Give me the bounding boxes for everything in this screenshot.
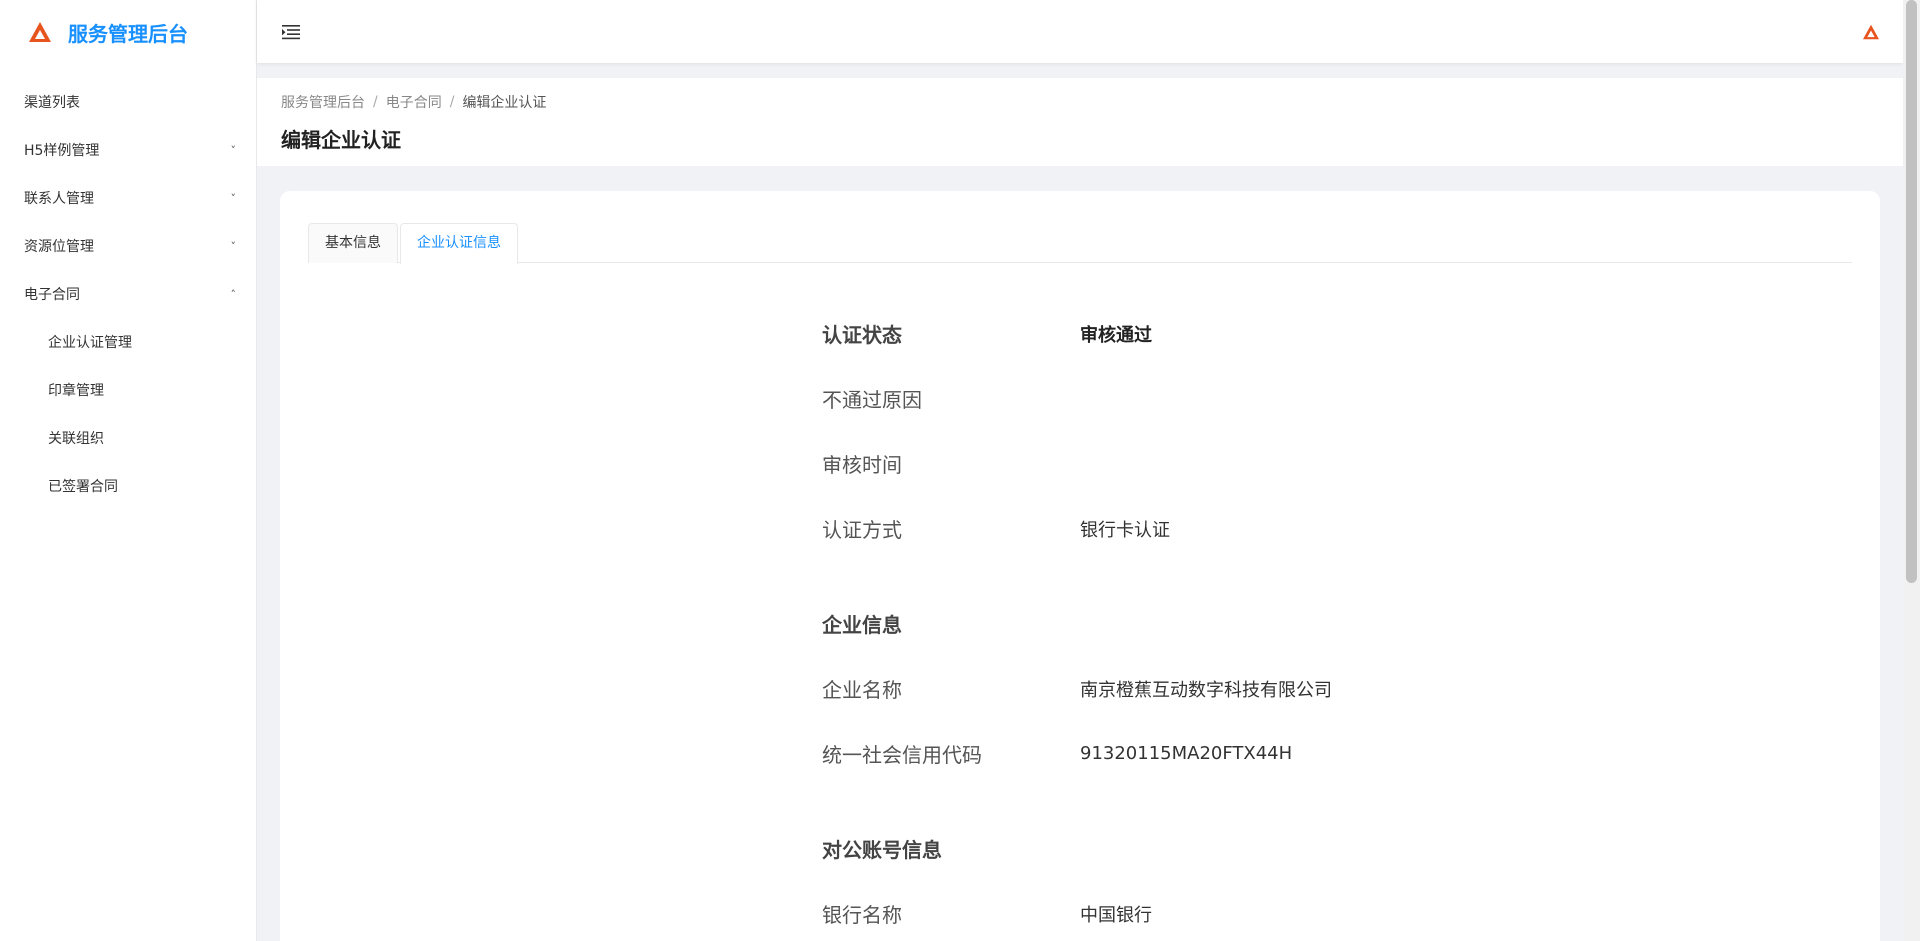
sidebar-item-label: 关联组织 [48, 431, 104, 447]
detail-row: 统一社会信用代码 91320115MA20FTX44H [822, 721, 1522, 786]
breadcrumb-item[interactable]: 电子合同 [386, 92, 442, 112]
scrollbar-thumb[interactable] [1906, 0, 1917, 583]
sidebar-item-label: 已签署合同 [48, 479, 118, 495]
detail-row: 认证状态 审核通过 [822, 301, 1522, 366]
detail-label: 认证状态 [822, 323, 902, 347]
chevron-up-icon: ˄ [230, 287, 237, 301]
sidebar-item-label: 联系人管理 [24, 191, 94, 207]
sidebar-item-signed-contracts[interactable]: 已签署合同 [0, 462, 256, 510]
detail-label: 企业名称 [822, 678, 902, 702]
sidebar-item-label: 资源位管理 [24, 239, 94, 255]
content-card: 基本信息 企业认证信息 认证状态 审核通过 不通过原因 审核时间 认证方式 银行… [280, 191, 1880, 941]
chevron-down-icon: ˅ [230, 239, 237, 253]
detail-value: 银行卡认证 [1080, 519, 1170, 541]
chevron-down-icon: ˅ [230, 191, 237, 205]
logo-icon[interactable] [1861, 22, 1881, 42]
detail-label: 不通过原因 [822, 388, 922, 412]
tab-enterprise-auth-info[interactable]: 企业认证信息 [400, 223, 518, 264]
breadcrumb-item[interactable]: 服务管理后台 [281, 92, 365, 112]
sidebar-item-resources[interactable]: 资源位管理 ˅ [0, 222, 256, 270]
detail-value: 中国银行 [1080, 904, 1152, 926]
sidebar-item-seal[interactable]: 印章管理 [0, 366, 256, 414]
breadcrumb-separator: / [373, 94, 378, 110]
detail-value: 南京橙蕉互动数字科技有限公司 [1080, 679, 1332, 701]
sidebar-item-h5-samples[interactable]: H5样例管理 ˅ [0, 126, 256, 174]
detail-label: 银行名称 [822, 903, 902, 927]
detail-label: 统一社会信用代码 [822, 743, 982, 767]
sidebar-item-e-contract[interactable]: 电子合同 ˄ [0, 270, 256, 318]
breadcrumb-current: 编辑企业认证 [462, 95, 547, 111]
detail-row: 银行名称 中国银行 [822, 881, 1522, 941]
sidebar-item-label: 印章管理 [48, 383, 104, 399]
sidebar: 服务管理后台 渠道列表 H5样例管理 ˅ 联系人管理 ˅ 资源位管理 ˅ 电子合… [0, 0, 257, 941]
section-heading: 企业信息 [822, 613, 902, 637]
breadcrumb-separator: / [449, 94, 455, 110]
sidebar-item-label: 渠道列表 [24, 95, 80, 111]
detail-row: 审核时间 [822, 431, 1522, 496]
sidebar-item-contacts[interactable]: 联系人管理 ˅ [0, 174, 256, 222]
menu-fold-icon[interactable] [279, 20, 303, 44]
sidebar-item-channel-list[interactable]: 渠道列表 [0, 78, 256, 126]
tab-basic-info[interactable]: 基本信息 [308, 223, 398, 263]
detail-label: 审核时间 [822, 453, 902, 477]
e-contract-submenu: 企业认证管理 印章管理 关联组织 已签署合同 [0, 318, 256, 510]
detail-row: 认证方式 银行卡认证 [822, 496, 1522, 561]
section-heading: 对公账号信息 [822, 838, 942, 862]
logo-icon [26, 18, 54, 46]
detail-row: 不通过原因 [822, 366, 1522, 431]
page-header: 服务管理后台 / 电子合同 / 编辑企业认证 编辑企业认证 [257, 78, 1903, 166]
app-title: 服务管理后台 [68, 21, 188, 46]
page-title: 编辑企业认证 [281, 128, 401, 152]
sidebar-item-label: H5样例管理 [24, 143, 100, 159]
top-header [257, 0, 1903, 63]
tab-bar: 基本信息 企业认证信息 [308, 223, 1852, 264]
sidebar-item-related-org[interactable]: 关联组织 [0, 414, 256, 462]
detail-value: 91320115MA20FTX44H [1080, 743, 1293, 764]
sidebar-item-enterprise-auth[interactable]: 企业认证管理 [0, 318, 256, 366]
sidebar-menu: 渠道列表 H5样例管理 ˅ 联系人管理 ˅ 资源位管理 ˅ 电子合同 ˄ 企业认… [0, 78, 256, 510]
auth-details: 认证状态 审核通过 不通过原因 审核时间 认证方式 银行卡认证 企业信息 企业名… [822, 301, 1522, 941]
brand[interactable]: 服务管理后台 [0, 0, 256, 64]
sidebar-item-label: 电子合同 [24, 287, 80, 303]
breadcrumb: 服务管理后台 / 电子合同 / 编辑企业认证 [281, 92, 1879, 112]
detail-label: 认证方式 [822, 518, 902, 542]
page-scrollbar[interactable] [1903, 0, 1920, 941]
sidebar-item-label: 企业认证管理 [48, 335, 132, 351]
status-value: 审核通过 [1080, 324, 1152, 346]
chevron-down-icon: ˅ [230, 143, 237, 157]
detail-row: 企业名称 南京橙蕉互动数字科技有限公司 [822, 656, 1522, 721]
